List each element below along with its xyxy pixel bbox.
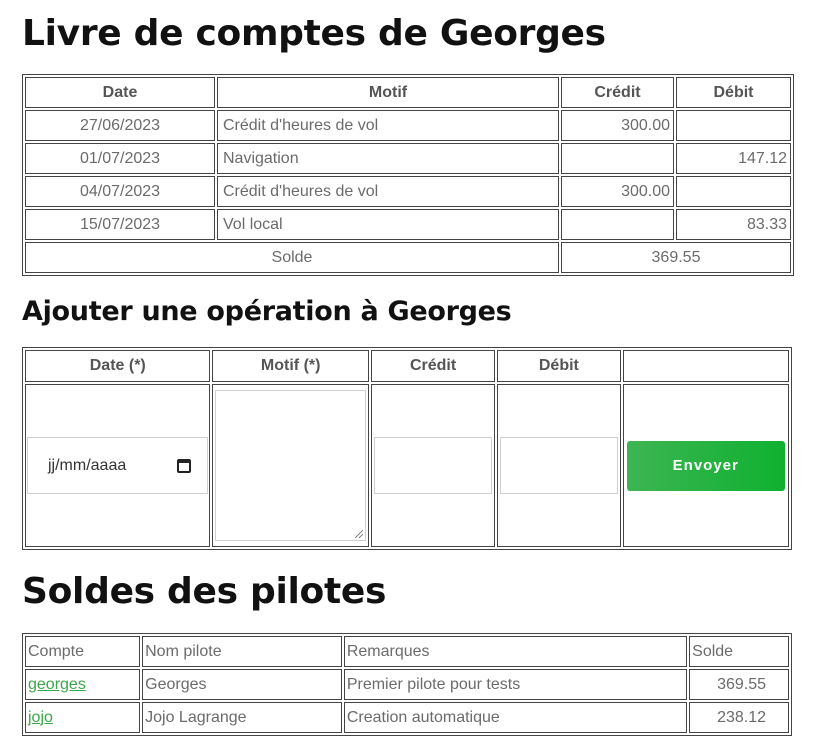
motif-textarea[interactable] [215,390,366,541]
cell-name: Georges [142,669,342,700]
add-operation-form: Date (*) Motif (*) Crédit Débit jj/mm/aa… [22,347,792,550]
cell-debit: 147.12 [676,143,791,174]
credit-input[interactable] [373,437,493,494]
submit-button[interactable]: Envoyer [626,440,785,491]
ledger-header-row: Date Motif Crédit Débit [25,77,791,108]
table-row: 15/07/2023 Vol local 83.33 [25,209,791,240]
pilots-header-row: Compte Nom pilote Remarques Solde [25,636,789,667]
cell-date: 01/07/2023 [25,143,215,174]
submit-cell: Envoyer [622,384,789,547]
column-header-motif: Motif [217,77,559,108]
form-header-row: Date (*) Motif (*) Crédit Débit [25,350,789,382]
ledger-table: Date Motif Crédit Débit 27/06/2023 Crédi… [22,74,794,276]
column-header-name: Nom pilote [142,636,342,667]
balance-value: 369.55 [561,242,791,273]
cell-date: 15/07/2023 [25,209,215,240]
cell-remarks: Premier pilote pour tests [343,669,688,700]
cell-date: 04/07/2023 [25,176,215,207]
cell-motif: Crédit d'heures de vol [217,110,559,141]
column-header-debit: Débit [676,77,791,108]
form-header-empty [622,350,789,382]
pilots-title: Soldes des pilotes [22,571,387,612]
table-row: georges Georges Premier pilote pour test… [25,669,789,700]
table-row: jojo Jojo Lagrange Creation automatique … [25,702,789,733]
ledger-title: Livre de comptes de Georges [22,13,606,54]
column-header-remarks: Remarques [343,636,688,667]
form-header-date: Date (*) [25,350,211,382]
table-row: 01/07/2023 Navigation 147.12 [25,143,791,174]
debit-cell [497,384,621,547]
cell-credit: 300.00 [561,110,674,141]
debit-input[interactable] [500,437,618,494]
date-input[interactable]: jj/mm/aaaa [27,437,209,494]
cell-debit: 83.33 [676,209,791,240]
cell-motif: Vol local [217,209,559,240]
column-header-credit: Crédit [561,77,674,108]
balance-label: Solde [25,242,559,273]
date-cell: jj/mm/aaaa [25,384,211,547]
date-placeholder: jj/mm/aaaa [48,456,127,474]
cell-balance: 238.12 [689,702,789,733]
cell-credit: 300.00 [561,176,674,207]
motif-cell [212,384,369,547]
cell-balance: 369.55 [689,669,789,700]
cell-remarks: Creation automatique [343,702,688,733]
calendar-icon[interactable] [177,458,192,473]
cell-account: georges [25,669,141,700]
credit-cell [370,384,496,547]
cell-credit [561,143,674,174]
cell-debit [676,176,791,207]
table-row: 27/06/2023 Crédit d'heures de vol 300.00 [25,110,791,141]
pilots-table: Compte Nom pilote Remarques Solde george… [22,633,792,736]
column-header-account: Compte [25,636,141,667]
form-header-credit: Crédit [370,350,496,382]
cell-account: jojo [25,702,141,733]
form-header-debit: Débit [497,350,621,382]
cell-date: 27/06/2023 [25,110,215,141]
resize-handle-icon[interactable] [354,530,363,538]
cell-debit [676,110,791,141]
form-title: Ajouter une opération à Georges [22,296,512,327]
column-header-date: Date [25,77,215,108]
cell-motif: Navigation [217,143,559,174]
column-header-balance: Solde [689,636,789,667]
balance-row: Solde 369.55 [25,242,791,273]
form-input-row: jj/mm/aaaa Envoyer [25,384,789,547]
account-link[interactable]: georges [28,676,86,693]
cell-credit [561,209,674,240]
table-row: 04/07/2023 Crédit d'heures de vol 300.00 [25,176,791,207]
cell-name: Jojo Lagrange [142,702,342,733]
form-header-motif: Motif (*) [212,350,369,382]
cell-motif: Crédit d'heures de vol [217,176,559,207]
account-link[interactable]: jojo [28,709,53,726]
